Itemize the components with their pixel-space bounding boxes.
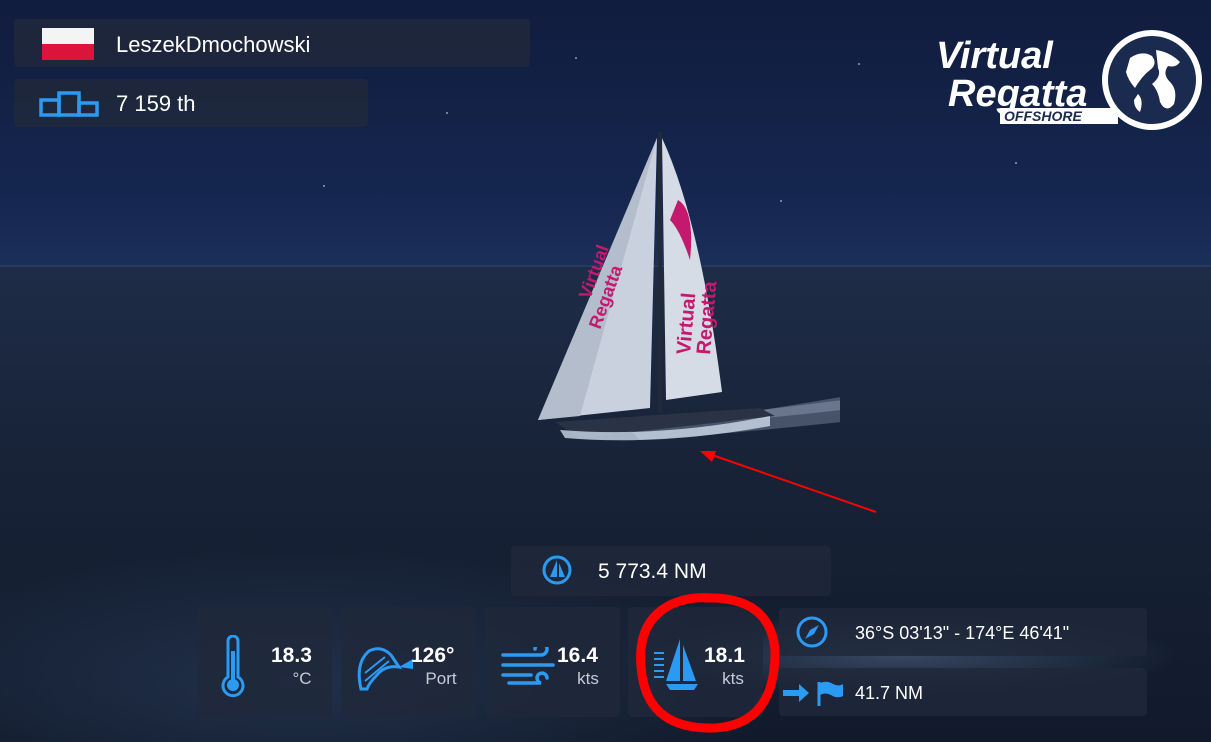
- ranking-position: 7 159 th: [116, 91, 196, 116]
- distance-remaining-value: 5 773.4 NM: [598, 560, 707, 583]
- wind-speed-card[interactable]: 16.4 kts: [485, 607, 620, 717]
- poland-flag-icon: [42, 28, 94, 60]
- boat-speed-card[interactable]: 18.1 kts: [628, 607, 763, 717]
- boat-circle-icon: [542, 555, 572, 585]
- heading-card[interactable]: 126° Port: [341, 607, 476, 717]
- arrow-flag-icon: [783, 681, 843, 706]
- distance-remaining-card[interactable]: 5 773.4 NM: [511, 546, 831, 596]
- waypoint-distance: 41.7 NM: [855, 683, 924, 703]
- boat-speed-unit: kts: [722, 669, 744, 688]
- wind-speed-value: 16.4: [557, 644, 598, 667]
- player-name: LeszekDmochowski: [116, 32, 311, 57]
- boat-speed-value: 18.1: [704, 644, 745, 667]
- star: [323, 185, 325, 187]
- star: [858, 63, 860, 65]
- ranking-card[interactable]: 7 159 th: [14, 79, 368, 127]
- svg-text:Virtual: Virtual: [936, 35, 1054, 77]
- podium-icon: [39, 91, 99, 117]
- tack-label: Port: [425, 669, 457, 688]
- position-card[interactable]: 36°S 03'13" - 174°E 46'41": [779, 608, 1147, 656]
- compass-icon: [796, 616, 828, 648]
- star: [446, 112, 448, 114]
- player-card[interactable]: LeszekDmochowski: [14, 19, 530, 67]
- thermometer-icon: [221, 635, 245, 698]
- sailboat: Virtual Regatta Virtual Regatta: [538, 132, 840, 441]
- heading-value: 126°: [411, 644, 455, 667]
- wind-speed-unit: kts: [577, 669, 599, 688]
- temperature-value: 18.3: [271, 644, 312, 667]
- virtual-regatta-offshore-logo: Virtual Regatta OFFSHORE: [936, 30, 1202, 130]
- temperature-card[interactable]: 18.3 °C: [197, 607, 332, 717]
- star: [575, 57, 577, 59]
- wind-icon: [501, 647, 555, 685]
- sailboat-icon: [654, 639, 698, 690]
- svg-text:OFFSHORE: OFFSHORE: [1004, 108, 1082, 124]
- position-coordinates: 36°S 03'13" - 174°E 46'41": [855, 623, 1070, 643]
- sail-heading-icon: [357, 647, 413, 691]
- temperature-unit: °C: [292, 669, 312, 688]
- star: [1015, 162, 1017, 164]
- waypoint-distance-card[interactable]: 41.7 NM: [779, 668, 1147, 716]
